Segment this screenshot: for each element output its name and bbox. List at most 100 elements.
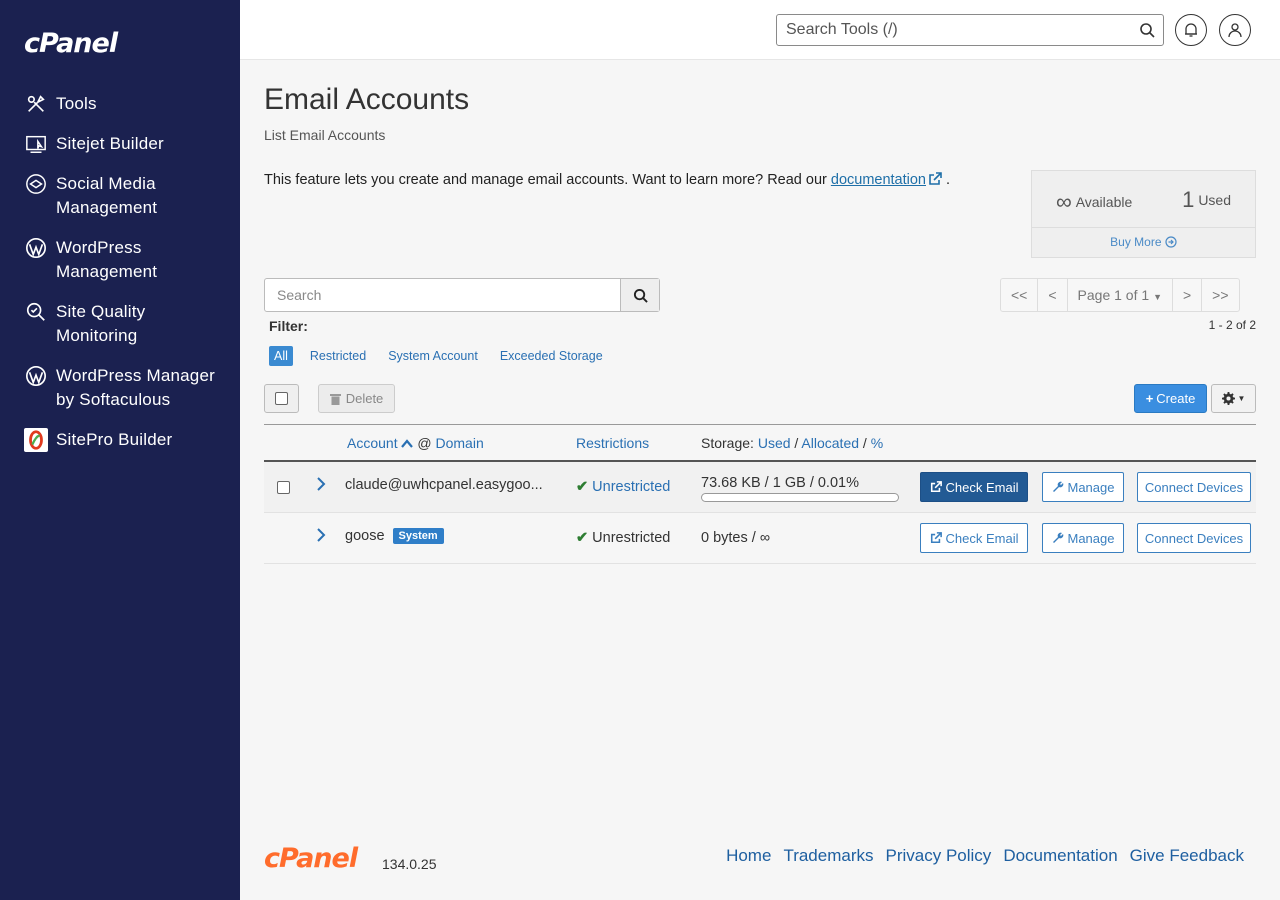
buy-more-label: Buy More [1110,235,1162,249]
sidebar-nav: Tools Sitejet Builder Social Media Manag… [0,92,240,468]
trash-icon [329,393,341,405]
last-page-button[interactable]: >> [1202,279,1238,311]
sort-allocated-link[interactable]: Allocated [801,435,859,451]
account-search-button[interactable] [620,279,659,311]
footer-link-give-feedback[interactable]: Give Feedback [1130,846,1244,866]
manage-button[interactable]: Manage [1042,472,1124,502]
filter-exceeded-storage[interactable]: Exceeded Storage [495,346,608,366]
manage-button[interactable]: Manage [1042,523,1124,553]
checkbox-box [275,392,288,405]
used-count: 1 [1182,187,1195,212]
filter-restricted[interactable]: Restricted [305,346,371,366]
manage-label: Manage [1067,479,1115,495]
manage-label: Manage [1067,530,1115,546]
storage-text: 0 bytes / ∞ [701,530,771,546]
documentation-link[interactable]: documentation [831,172,926,188]
sort-used-link[interactable]: Used [758,435,791,451]
filter-label: Filter: [269,318,308,334]
site-quality-icon [24,300,48,324]
search-tools-input[interactable] [777,15,1117,45]
footer-link-privacy-policy[interactable]: Privacy Policy [886,846,992,866]
next-page-button[interactable]: > [1173,279,1203,311]
table-header: Account @ Domain Restrictions Storage: U… [264,424,1256,462]
account-name: claude@uwhcpanel.easygoo... [345,477,543,493]
create-button[interactable]: + Create [1134,384,1207,413]
wrench-icon [1052,481,1063,492]
delete-label: Delete [345,391,384,406]
available-stat: ∞ Available [1056,189,1132,215]
search-icon [633,288,648,303]
caret-down-icon: ▼ [1237,394,1246,403]
sort-restrictions-link[interactable]: Restrictions [576,435,649,451]
plus-icon: + [1145,391,1154,406]
sidebar-item-label: Site Quality Monitoring [56,302,146,345]
restriction-link[interactable]: Unrestricted [592,479,670,495]
sidebar-item-tools[interactable]: Tools [0,92,240,116]
slash-separator: / [862,435,867,451]
top-bar [240,0,1280,60]
prev-page-button[interactable]: < [1038,279,1068,311]
expand-row-chevron-icon[interactable] [316,526,326,547]
wordpress-icon [24,236,48,260]
notifications-button[interactable] [1175,14,1207,46]
sort-domain-link[interactable]: Domain [435,435,483,451]
table-row: claude@uwhcpanel.easygoo... ✔ Unrestricte… [264,462,1256,513]
account-name: goose [345,528,385,544]
create-label: Create [1156,391,1196,406]
sidebar-item-wordpress-softaculous[interactable]: WordPress Manager by Softaculous [0,364,240,412]
row-checkbox[interactable] [277,481,290,494]
sidebar-item-site-quality[interactable]: Site Quality Monitoring [0,300,240,348]
first-page-button[interactable]: << [1001,279,1039,311]
pagination: << < Page 1 of 1 ▼ > >> [1000,278,1240,312]
available-symbol: ∞ [1056,189,1072,214]
page-select[interactable]: Page 1 of 1 ▼ [1068,279,1173,311]
footer-link-documentation[interactable]: Documentation [1003,846,1117,866]
settings-dropdown-button[interactable]: ▼ [1211,384,1256,413]
check-email-button[interactable]: Check Email [920,523,1028,553]
at-symbol: @ [417,435,432,451]
filter-system-account[interactable]: System Account [383,346,483,366]
connect-devices-button[interactable]: Connect Devices [1137,472,1251,502]
check-email-label: Check Email [945,479,1019,495]
sidebar-item-sitepro[interactable]: SitePro Builder [0,428,240,452]
intro-text: This feature lets you create and manage … [264,172,950,188]
external-link-icon [930,481,942,493]
buy-more-link[interactable]: Buy More [1032,235,1255,249]
sort-percent-link[interactable]: % [871,435,883,451]
result-count: 1 - 2 of 2 [1208,318,1256,332]
filter-all[interactable]: All [269,346,293,366]
sidebar-item-wordpress-management[interactable]: WordPress Management [0,236,240,284]
user-menu-button[interactable] [1219,14,1251,46]
account-search-input[interactable] [265,279,620,311]
sidebar-item-sitejet[interactable]: Sitejet Builder [0,132,240,156]
restriction-cell: ✔ Unrestricted [576,530,670,546]
available-label: Available [1075,194,1133,210]
storage-column-header: Storage: Used / Allocated / % [701,435,883,451]
delete-button[interactable]: Delete [318,384,395,413]
checkbox-box [277,481,290,494]
footer-link-home[interactable]: Home [726,846,771,866]
version-number: 134.0.25 [382,856,437,872]
sidebar-item-label: Social Media Management [56,174,158,217]
check-email-button[interactable]: Check Email [920,472,1028,502]
storage-usage-bar [701,493,899,502]
bell-icon [1185,23,1197,37]
check-icon: ✔ [576,479,589,495]
search-icon[interactable] [1139,22,1155,38]
page-subtitle: List Email Accounts [264,127,386,143]
storage-text: 73.68 KB / 1 GB / 0.01% [701,475,859,491]
sitejet-icon [24,132,48,156]
sort-up-icon[interactable] [401,439,414,448]
cpanel-logo[interactable]: cPanel [24,28,118,59]
intro-end: . [946,172,951,188]
stats-row: ∞ Available 1 Used [1032,171,1255,228]
expand-row-chevron-icon[interactable] [316,475,326,496]
external-link-icon [930,532,942,544]
sort-account-link[interactable]: Account [347,435,398,451]
arrow-circle-right-icon [1165,236,1177,248]
filter-options: All Restricted System Account Exceeded S… [269,346,620,366]
connect-devices-button[interactable]: Connect Devices [1137,523,1251,553]
select-all-checkbox[interactable] [264,384,299,413]
footer-link-trademarks[interactable]: Trademarks [783,846,873,866]
sidebar-item-social-media[interactable]: Social Media Management [0,172,240,220]
